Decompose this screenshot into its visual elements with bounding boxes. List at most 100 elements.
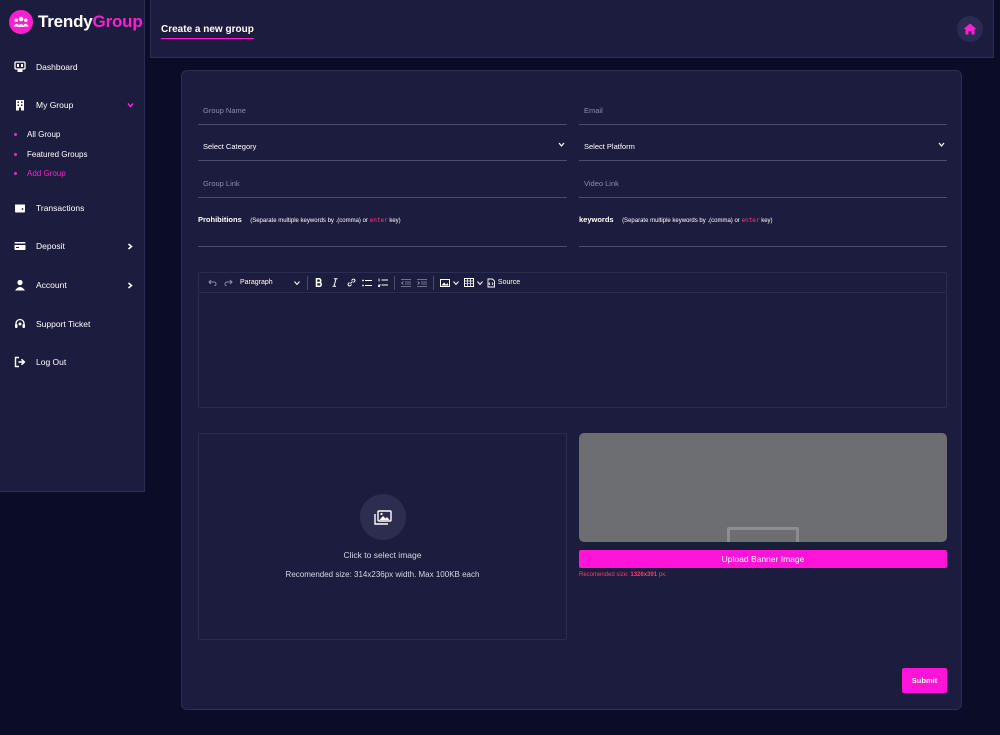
- bullet-dot: [14, 133, 17, 136]
- undo-button[interactable]: [204, 276, 220, 290]
- banner-size-hint: Recomended size: 1326x391 px.: [579, 572, 667, 578]
- platform-select-value: Select Platform: [584, 142, 635, 152]
- chevron-right-icon[interactable]: [127, 243, 133, 250]
- bold-button[interactable]: [311, 276, 327, 290]
- prohibitions-input[interactable]: [198, 213, 567, 247]
- chevron-down-icon[interactable]: [127, 102, 134, 108]
- sidebar-item-log-out[interactable]: Log Out: [14, 356, 66, 368]
- italic-button[interactable]: [327, 276, 343, 290]
- category-select[interactable]: Select Category: [198, 133, 567, 161]
- sidebar-item-label: Log Out: [36, 357, 67, 367]
- placeholder-image-icon: [727, 527, 799, 542]
- editor-content-area[interactable]: [199, 294, 946, 407]
- bold-icon: [315, 278, 322, 287]
- sidebar-item-account[interactable]: Account: [14, 279, 67, 291]
- toolbar-divider: [307, 275, 308, 290]
- submit-button[interactable]: Submit: [902, 668, 947, 693]
- home-button[interactable]: [957, 16, 983, 42]
- undo-icon: [207, 279, 216, 286]
- brand-name: TrendyGroup: [38, 12, 143, 32]
- chevron-down-icon: [938, 142, 945, 148]
- paragraph-label: Paragraph: [240, 279, 273, 286]
- building-icon: [16, 100, 24, 111]
- banner-size-value: 1326x391: [630, 572, 658, 578]
- sidebar-item-label: Support Ticket: [36, 319, 91, 329]
- email-placeholder: Email: [584, 106, 603, 116]
- sidebar-subitem-label: Featured Groups: [27, 150, 88, 159]
- chevron-down-icon: [452, 280, 459, 285]
- toolbar-divider: [394, 275, 395, 290]
- sidebar-item-support-ticket[interactable]: Support Ticket: [14, 318, 90, 330]
- chevron-down-icon: [476, 280, 483, 285]
- page-header: Create a new group: [150, 0, 994, 58]
- sidebar-subitem-featured-groups[interactable]: Featured Groups: [14, 150, 87, 159]
- source-button[interactable]: Source: [485, 276, 521, 290]
- sidebar-item-dashboard[interactable]: Dashboard: [14, 61, 78, 73]
- upload-banner-button[interactable]: Upload Banner Image: [579, 550, 947, 568]
- paragraph-dropdown[interactable]: Paragraph: [236, 276, 304, 290]
- wallet-icon: [15, 204, 25, 213]
- sidebar: TrendyGroup Dashboard My Group All Group…: [0, 0, 145, 492]
- image-upload-button[interactable]: [360, 494, 406, 540]
- keywords-input[interactable]: [579, 213, 947, 247]
- rich-text-editor: Paragraph Source: [198, 272, 947, 408]
- images-icon: [374, 509, 392, 525]
- source-label: Source: [497, 279, 521, 286]
- numbered-list-button[interactable]: [375, 276, 391, 290]
- sidebar-subitem-label: Add Group: [27, 169, 66, 178]
- image-size-hint: Recomended size: 314x236px width. Max 10…: [285, 570, 480, 579]
- user-icon: [15, 279, 25, 291]
- redo-button[interactable]: [220, 276, 236, 290]
- banner-size-suffix: px.: [658, 572, 667, 578]
- sidebar-item-label: Deposit: [36, 241, 65, 251]
- headset-icon: [15, 318, 25, 328]
- insert-table-button[interactable]: [461, 276, 485, 290]
- group-link-placeholder: Group Link: [203, 179, 240, 189]
- category-select-value: Select Category: [203, 142, 257, 152]
- sidebar-item-label: Transactions: [36, 203, 85, 213]
- link-button[interactable]: [343, 276, 359, 290]
- sidebar-subitem-label: All Group: [27, 130, 61, 139]
- group-name-placeholder: Group Name: [203, 106, 246, 116]
- chevron-down-icon: [558, 142, 565, 148]
- bullet-dot: [14, 172, 17, 175]
- italic-icon: [332, 278, 338, 287]
- chevron-right-icon[interactable]: [127, 282, 133, 289]
- bullet-dot: [14, 153, 17, 156]
- link-icon: [347, 278, 355, 287]
- outdent-button[interactable]: [398, 276, 414, 290]
- sidebar-item-label: My Group: [36, 100, 74, 110]
- platform-select[interactable]: Select Platform: [579, 133, 947, 161]
- brand-name-part1: Trendy: [38, 12, 93, 31]
- brand-name-part2: Group: [92, 12, 143, 31]
- bulleted-list-icon: [362, 279, 372, 286]
- sidebar-item-label: Dashboard: [36, 62, 78, 72]
- page-title: Create a new group: [161, 24, 254, 39]
- brand-logo[interactable]: TrendyGroup: [9, 10, 143, 34]
- sidebar-subitem-all-group[interactable]: All Group: [14, 130, 60, 139]
- outdent-icon: [401, 278, 411, 287]
- image-select-text: Click to select image: [343, 550, 422, 560]
- group-logo-icon: [9, 10, 33, 34]
- sidebar-subitem-add-group[interactable]: Add Group: [14, 169, 66, 178]
- source-icon: [487, 278, 495, 287]
- sidebar-item-my-group[interactable]: My Group: [14, 99, 73, 111]
- logout-icon: [14, 356, 26, 368]
- image-select-dropzone[interactable]: Click to select image Recomended size: 3…: [198, 433, 567, 640]
- group-name-field[interactable]: Group Name: [198, 97, 567, 125]
- insert-image-button[interactable]: [437, 276, 461, 290]
- email-field[interactable]: Email: [579, 97, 947, 125]
- group-link-field[interactable]: Group Link: [198, 170, 567, 198]
- bulleted-list-button[interactable]: [359, 276, 375, 290]
- editor-toolbar: Paragraph Source: [199, 273, 946, 293]
- image-icon: [439, 278, 450, 287]
- indent-button[interactable]: [414, 276, 430, 290]
- video-link-field[interactable]: Video Link: [579, 170, 947, 198]
- banner-preview: [579, 433, 947, 542]
- chevron-down-icon: [294, 280, 300, 285]
- toolbar-divider: [433, 275, 434, 290]
- sidebar-item-deposit[interactable]: Deposit: [14, 240, 65, 252]
- video-link-placeholder: Video Link: [584, 179, 619, 189]
- create-group-form: Group Name Email Select Category Select …: [181, 70, 962, 710]
- sidebar-item-transactions[interactable]: Transactions: [14, 202, 84, 214]
